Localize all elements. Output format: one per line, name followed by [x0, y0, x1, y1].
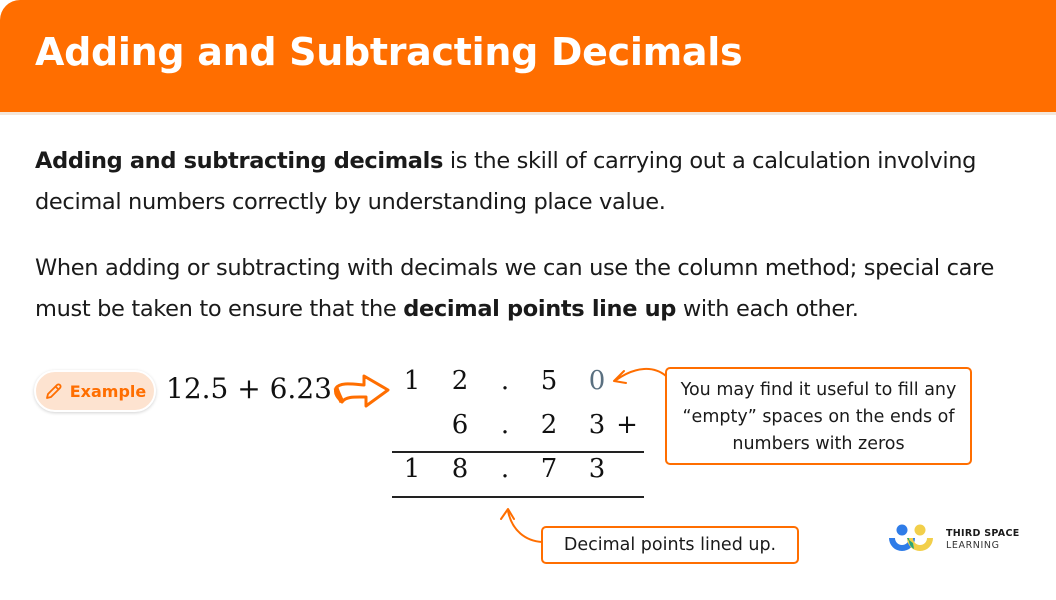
definition-term: Adding and subtracting decimals	[35, 148, 444, 174]
digit: 3	[588, 454, 606, 484]
digit: 2	[451, 366, 469, 396]
curved-arrow-to-points	[500, 508, 543, 543]
decimal-point: .	[500, 410, 510, 440]
zeros-tip-text: You may find it useful to fill any “empt…	[680, 380, 957, 454]
decimal-point: .	[500, 454, 510, 484]
digit: 2	[540, 410, 558, 440]
logo-mark-icon	[889, 524, 933, 551]
decimal-point: .	[500, 366, 510, 396]
digit: 1	[403, 454, 421, 484]
points-tip-callout: Decimal points lined up.	[541, 526, 799, 564]
plus-sign: +	[616, 410, 638, 440]
example-expression: 12.5 + 6.23	[166, 372, 332, 405]
digit: 1	[403, 366, 421, 396]
sum-line-bottom	[392, 496, 644, 498]
page-title: Adding and Subtracting Decimals	[35, 30, 743, 74]
method-emphasis: decimal points line up	[403, 296, 677, 322]
sum-line-top	[392, 451, 644, 453]
third-space-learning-logo: THIRD SPACE LEARNING	[888, 524, 1048, 556]
method-text-after: with each other.	[676, 296, 859, 322]
logo-text-line1: THIRD SPACE	[946, 528, 1020, 539]
example-label: Example	[69, 381, 147, 401]
definition-paragraph: Adding and subtracting decimals is the s…	[35, 141, 1045, 223]
curved-arrow-to-zero	[613, 368, 667, 384]
digit: 6	[451, 410, 469, 440]
digit: 3	[588, 410, 606, 440]
digit: 7	[540, 454, 558, 484]
digit: 8	[451, 454, 469, 484]
digit: 5	[540, 366, 558, 396]
pencil-icon	[45, 383, 62, 399]
banner-divider	[0, 112, 1056, 115]
example-badge: Example	[34, 370, 156, 412]
curved-right-arrow-icon	[333, 374, 390, 408]
points-tip-text: Decimal points lined up.	[563, 535, 777, 555]
method-paragraph: When adding or subtracting with decimals…	[35, 248, 1045, 330]
logo-text-line2: LEARNING	[946, 540, 1000, 551]
title-banner: Adding and Subtracting Decimals	[0, 0, 1056, 112]
zeros-tip-callout: You may find it useful to fill any “empt…	[665, 367, 972, 465]
